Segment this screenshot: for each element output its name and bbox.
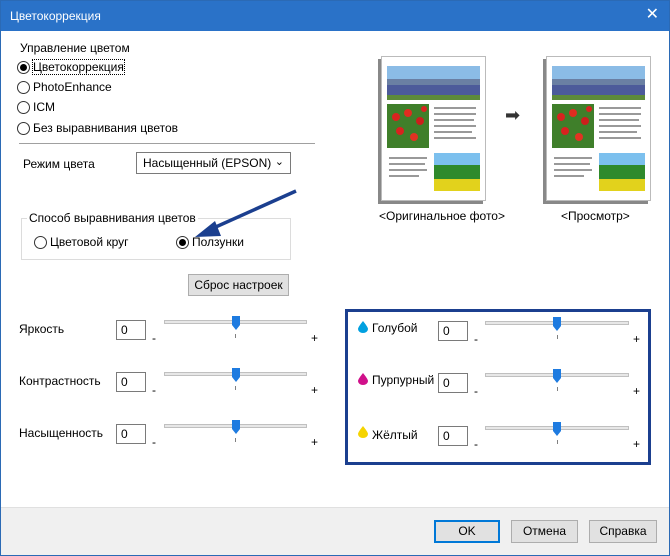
brightness-plus: + bbox=[311, 331, 319, 345]
magenta-label: Пурпурный bbox=[372, 373, 435, 387]
yellow-label: Жёлтый bbox=[372, 428, 418, 442]
saturation-center-tick bbox=[235, 438, 236, 442]
magenta-minus: - bbox=[474, 384, 478, 398]
saturation-slider-thumb[interactable] bbox=[231, 420, 240, 434]
chevron-down-icon: ⌄ bbox=[274, 156, 284, 168]
radio-icm-label[interactable]: ICM bbox=[33, 100, 55, 114]
cancel-button[interactable]: Отмена bbox=[511, 520, 578, 543]
yellow-center-tick bbox=[557, 440, 558, 444]
color-mode-value: Насыщенный (EPSON) bbox=[143, 156, 272, 170]
yellow-input[interactable]: 0 bbox=[438, 426, 468, 446]
radio-color-wheel-label[interactable]: Цветовой круг bbox=[50, 235, 129, 249]
close-icon[interactable]: ✕ bbox=[646, 6, 659, 24]
magenta-drop-icon bbox=[358, 373, 368, 385]
magenta-slider-thumb[interactable] bbox=[553, 369, 561, 383]
radio-photoenhance-label[interactable]: PhotoEnhance bbox=[33, 80, 112, 94]
cyan-plus: + bbox=[633, 332, 641, 346]
contrast-plus: + bbox=[311, 383, 319, 397]
dialog-window: Цветокоррекция ✕ Управление цветом Цвето… bbox=[0, 0, 670, 556]
annotation-arrow-icon bbox=[195, 189, 297, 237]
brightness-label: Яркость bbox=[19, 322, 65, 336]
cyan-input[interactable]: 0 bbox=[438, 321, 468, 341]
radio-icm[interactable] bbox=[17, 101, 30, 114]
radio-color-wheel[interactable] bbox=[34, 236, 47, 249]
radio-color-correction-label[interactable]: Цветокоррекция bbox=[32, 59, 125, 75]
original-photo-thumbnail bbox=[381, 56, 486, 201]
preview-photo-image bbox=[552, 66, 645, 191]
radio-color-correction[interactable] bbox=[17, 61, 30, 74]
saturation-minus: - bbox=[152, 435, 156, 449]
original-photo-image bbox=[387, 66, 480, 191]
dialog-footer: OK Отмена Справка bbox=[1, 507, 669, 555]
preview-photo-caption: <Просмотр> bbox=[561, 209, 630, 223]
help-button[interactable]: Справка bbox=[589, 520, 657, 543]
radio-photoenhance[interactable] bbox=[17, 81, 30, 94]
yellow-slider-thumb[interactable] bbox=[553, 422, 561, 436]
radio-no-color-adjust[interactable] bbox=[17, 122, 30, 135]
title-bar[interactable]: Цветокоррекция ✕ bbox=[1, 1, 669, 31]
contrast-input[interactable]: 0 bbox=[116, 372, 146, 392]
reset-settings-button[interactable]: Сброс настроек bbox=[188, 274, 289, 296]
preview-photo-thumbnail bbox=[546, 56, 651, 201]
yellow-plus: + bbox=[633, 437, 641, 451]
brightness-center-tick bbox=[235, 334, 236, 338]
color-mode-select[interactable]: Насыщенный (EPSON) ⌄ bbox=[136, 152, 291, 174]
radio-no-color-adjust-label[interactable]: Без выравнивания цветов bbox=[33, 121, 178, 135]
cyan-center-tick bbox=[557, 335, 558, 339]
magenta-input[interactable]: 0 bbox=[438, 373, 468, 393]
magenta-center-tick bbox=[557, 387, 558, 391]
color-management-divider bbox=[19, 143, 315, 144]
cyan-label: Голубой bbox=[372, 321, 418, 335]
saturation-input[interactable]: 0 bbox=[116, 424, 146, 444]
contrast-slider-thumb[interactable] bbox=[231, 368, 240, 382]
cyan-drop-icon bbox=[358, 321, 368, 333]
yellow-drop-icon bbox=[358, 426, 368, 438]
contrast-minus: - bbox=[152, 383, 156, 397]
color-management-group-label: Управление цветом bbox=[20, 41, 130, 55]
ok-button[interactable]: OK bbox=[434, 520, 500, 543]
yellow-minus: - bbox=[474, 437, 478, 451]
contrast-center-tick bbox=[235, 386, 236, 390]
cyan-slider-thumb[interactable] bbox=[553, 317, 561, 331]
brightness-minus: - bbox=[152, 331, 156, 345]
brightness-slider-thumb[interactable] bbox=[231, 316, 240, 330]
window-title: Цветокоррекция bbox=[10, 9, 101, 23]
original-photo-caption: <Оригинальное фото> bbox=[379, 209, 505, 223]
color-mode-label: Режим цвета bbox=[23, 157, 95, 171]
saturation-label: Насыщенность bbox=[19, 426, 104, 440]
contrast-label: Контрастность bbox=[19, 374, 101, 388]
cyan-minus: - bbox=[474, 332, 478, 346]
alignment-group-label: Способ выравнивания цветов bbox=[27, 211, 198, 225]
magenta-plus: + bbox=[633, 384, 641, 398]
right-arrow-icon: ➡ bbox=[505, 105, 521, 125]
brightness-input[interactable]: 0 bbox=[116, 320, 146, 340]
saturation-plus: + bbox=[311, 435, 319, 449]
